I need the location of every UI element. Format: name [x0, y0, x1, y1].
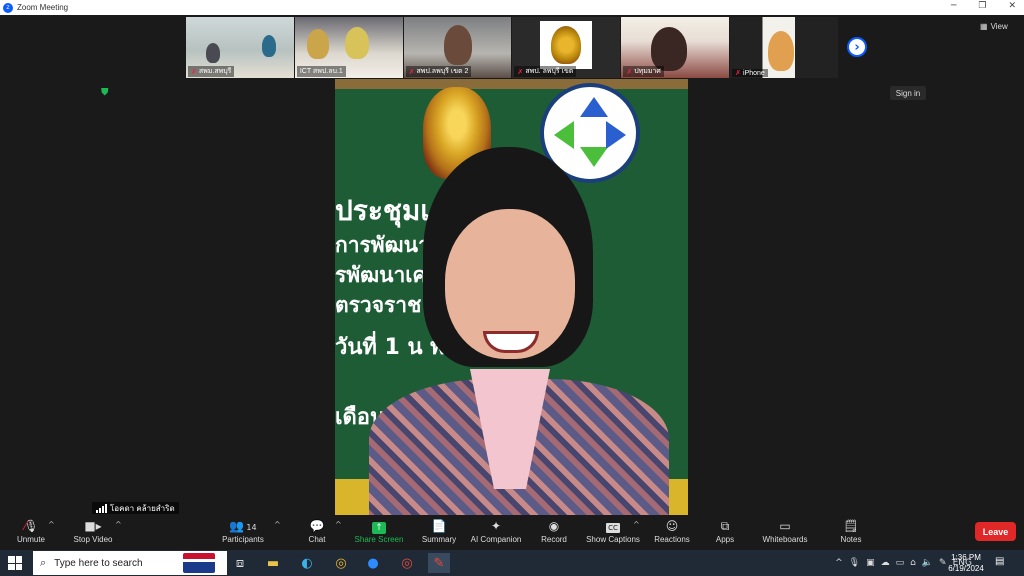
- active-speaker-video: ประชุมเ นเรียนรู การพัฒนา นิเทศการ รพัฒน…: [335, 79, 688, 515]
- task-view-icon[interactable]: ⧈: [229, 553, 251, 573]
- chrome-profile-icon[interactable]: ◎: [396, 553, 418, 573]
- volume-icon[interactable]: 🔈: [922, 558, 933, 568]
- audio-options-caret[interactable]: ^: [48, 520, 55, 529]
- participant-name: ✗ สพป.ลพบุรี เขต 2: [405, 66, 472, 77]
- window-title-bar: z Zoom Meeting ─ ❐ ✕: [0, 0, 1024, 15]
- unmute-button[interactable]: 🎙 ⁄ Unmute: [14, 518, 48, 550]
- participants-options-caret[interactable]: ^: [274, 520, 281, 529]
- participant-tile[interactable]: ✗ ปทุมมาศ: [621, 17, 730, 78]
- muted-mic-icon: ✗: [626, 68, 633, 76]
- chat-icon: 💬: [309, 519, 325, 533]
- participant-name: ✗ สพม.สพบุรี: [188, 66, 235, 77]
- notes-icon: 🗒: [843, 519, 859, 533]
- active-app-icon[interactable]: ✎: [428, 553, 450, 573]
- participant-name: ✗ สพป. ลพบุรี เขต: [514, 66, 577, 77]
- restore-button[interactable]: ❐: [978, 1, 986, 11]
- onedrive-icon[interactable]: ☁: [881, 558, 890, 568]
- chevron-right-icon: ›: [854, 39, 860, 55]
- grid-view-icon: ▦: [980, 22, 988, 31]
- gallery-strip: ✗ สพม.สพบุรี ICT สพป.ลบ.1 ✗ สพป.ลพบุรี เขต…: [186, 17, 838, 78]
- participant-tile[interactable]: ✗ สพป. ลพบุรี เขต: [512, 17, 621, 78]
- file-explorer-icon[interactable]: ▬: [262, 553, 284, 573]
- leave-button[interactable]: Leave: [975, 522, 1016, 541]
- zoom-taskbar-icon[interactable]: ●: [362, 553, 384, 573]
- security-shield-icon[interactable]: ⛊: [101, 87, 111, 98]
- whiteboards-button[interactable]: ▭ Whiteboards: [760, 518, 810, 550]
- reactions-icon: ☺: [665, 519, 679, 533]
- emblem-image: [540, 21, 593, 69]
- search-icon: ⌕: [40, 556, 47, 569]
- participant-tile[interactable]: ICT สพป.ลบ.1: [294, 17, 403, 78]
- participant-name: ICT สพป.ลบ.1: [296, 66, 346, 77]
- chat-button[interactable]: 💬 Chat: [303, 518, 331, 550]
- muted-mic-icon: ✗: [408, 68, 415, 76]
- minimize-button[interactable]: ─: [951, 1, 956, 11]
- captions-options-caret[interactable]: ^: [633, 520, 640, 529]
- record-icon: ◉: [548, 519, 560, 533]
- camera-tray-icon[interactable]: ▣: [866, 558, 875, 568]
- apps-icon: ⧉: [720, 519, 730, 533]
- summary-button[interactable]: 📄 Summary: [420, 518, 458, 550]
- battery-icon[interactable]: ▭: [896, 558, 905, 568]
- participant-tile[interactable]: ✗ สพป.ลพบุรี เขต 2: [403, 17, 512, 78]
- edge-browser-icon[interactable]: ◐: [296, 553, 318, 573]
- zoom-icon: z: [3, 2, 13, 13]
- record-button[interactable]: ◉ Record: [538, 518, 570, 550]
- notification-icon[interactable]: ▤: [995, 556, 1007, 568]
- chrome-browser-icon[interactable]: ◎: [330, 553, 352, 573]
- participant-name: ✗ iPhone: [732, 69, 768, 77]
- muted-mic-icon: ✗: [735, 70, 742, 77]
- chat-options-caret[interactable]: ^: [335, 520, 342, 529]
- active-speaker-label: โอคดา คล้ายสำริด: [92, 502, 179, 514]
- ai-sparkle-icon: ✦: [490, 519, 502, 533]
- microphone-tray-icon[interactable]: 🎙: [849, 558, 860, 568]
- muted-mic-icon: ✗: [517, 68, 524, 76]
- apps-button[interactable]: ⧉ Apps: [712, 518, 738, 550]
- video-camera-icon: ■▸: [84, 519, 102, 533]
- gallery-next-button[interactable]: ›: [847, 37, 867, 57]
- participant-name: ✗ ปทุมมาศ: [623, 66, 664, 77]
- windows-taskbar: ⌕ Type here to search ⧈ ▬ ◐ ◎ ● ◎ ✎ ^ 🎙 …: [0, 550, 1024, 576]
- summary-icon: 📄: [431, 519, 447, 533]
- taskbar-clock[interactable]: 1:36 PM 6/19/2024: [944, 552, 988, 574]
- muted-mic-icon: ✗: [191, 68, 197, 76]
- network-icon[interactable]: ⌂: [910, 558, 916, 568]
- signal-strength-icon: [96, 503, 107, 513]
- ai-companion-button[interactable]: ✦ AI Companion: [468, 518, 524, 550]
- video-options-caret[interactable]: ^: [115, 520, 122, 529]
- participants-button[interactable]: 👥 14 Participants: [220, 518, 266, 550]
- share-screen-button[interactable]: ↑ Share Screen: [353, 518, 405, 550]
- participants-icon: 👥 14: [229, 519, 257, 533]
- search-highlight-image[interactable]: [183, 553, 215, 573]
- close-window-button[interactable]: ✕: [1008, 1, 1016, 11]
- windows-start-icon[interactable]: [8, 556, 22, 570]
- tray-overflow-icon[interactable]: ^: [835, 558, 843, 568]
- participant-tile[interactable]: ✗ สพม.สพบุรี: [186, 17, 294, 78]
- stop-video-button[interactable]: ■▸ Stop Video: [70, 518, 116, 550]
- participant-tile[interactable]: ✗ iPhone: [730, 17, 838, 78]
- whiteboard-icon: ▭: [779, 519, 791, 533]
- notes-button[interactable]: 🗒 Notes: [838, 518, 864, 550]
- reactions-button[interactable]: ☺ Reactions: [652, 518, 692, 550]
- meeting-toolbar: 🎙 ⁄ Unmute ^ ■▸ Stop Video ^ 👥 14 Particip…: [0, 515, 1024, 550]
- captions-icon: CC: [606, 518, 620, 535]
- share-screen-icon: ↑: [372, 518, 386, 535]
- sign-in-button[interactable]: Sign in: [890, 86, 926, 100]
- window-title: Zoom Meeting: [17, 3, 69, 12]
- microphone-muted-icon: 🎙 ⁄: [23, 519, 39, 533]
- view-button[interactable]: ▦ View: [980, 22, 1008, 31]
